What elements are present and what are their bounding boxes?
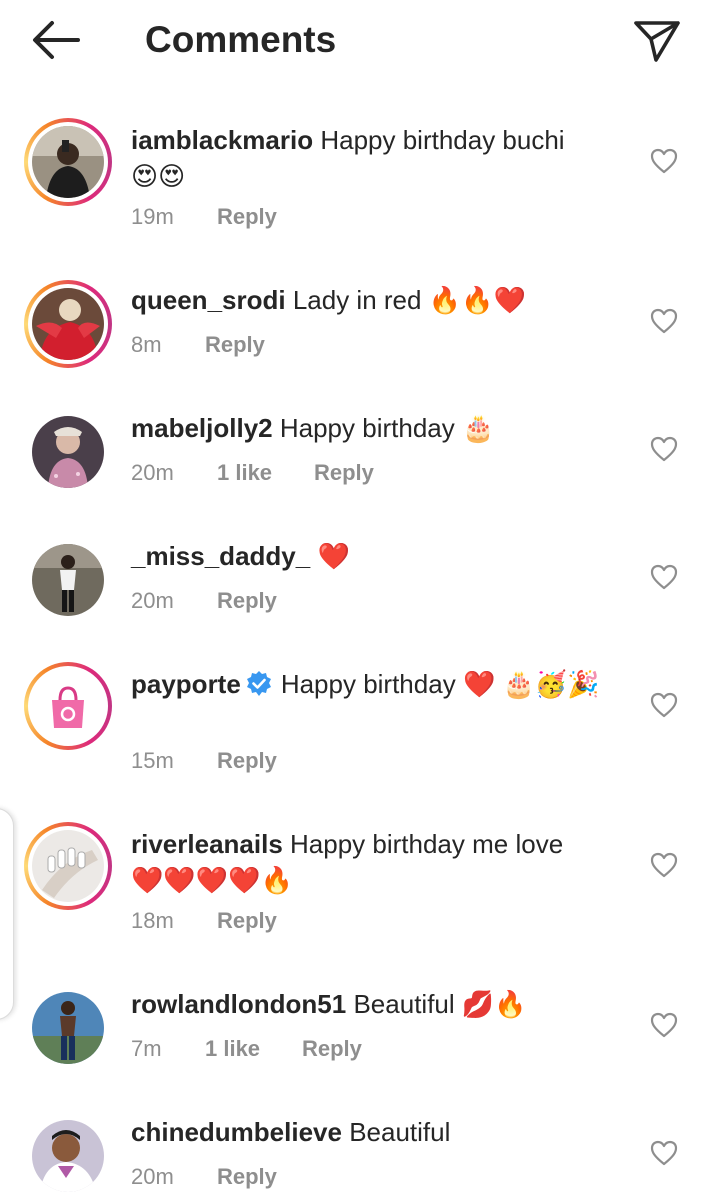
reply-button[interactable]: Reply xyxy=(217,1164,277,1189)
like-heart-icon[interactable] xyxy=(650,148,678,174)
comment-emojis: ❤️❤️❤️❤️🔥 xyxy=(131,865,293,895)
like-count[interactable]: 1 like xyxy=(217,458,314,488)
avatar[interactable] xyxy=(24,280,112,368)
reply-button[interactable]: Reply xyxy=(205,332,265,357)
top-bar: Comments xyxy=(0,0,720,84)
comment-time: 15m xyxy=(131,748,174,773)
send-icon[interactable] xyxy=(632,18,682,64)
like-heart-icon[interactable] xyxy=(650,308,678,334)
like-heart-icon[interactable] xyxy=(650,1140,678,1166)
reply-button[interactable]: Reply xyxy=(217,908,277,933)
avatar[interactable] xyxy=(24,118,112,206)
like-count[interactable]: 1 like xyxy=(205,1034,302,1064)
comment-text: Happy birthday xyxy=(279,413,455,443)
comment-emojis: 🔥🔥❤️ xyxy=(428,285,526,315)
comment-time: 20m xyxy=(131,1164,174,1189)
reply-button[interactable]: Reply xyxy=(217,204,277,229)
comment-username[interactable]: rowlandlondon51 xyxy=(131,989,346,1019)
like-heart-icon[interactable] xyxy=(650,1012,678,1038)
page-title: Comments xyxy=(145,19,337,60)
avatar[interactable] xyxy=(24,536,112,624)
comment-emojis: 💋🔥 xyxy=(461,989,527,1019)
reply-button[interactable]: Reply xyxy=(217,748,277,773)
comment-username[interactable]: _miss_daddy_ xyxy=(131,541,310,571)
comment-emojis: 🎂 xyxy=(461,413,495,443)
avatar[interactable] xyxy=(24,984,112,1072)
comment-emojis: ❤️ 🎂🥳🎉 xyxy=(462,669,600,699)
comment-emojis: ❤️ xyxy=(317,541,350,571)
comment-username[interactable]: chinedumbelieve xyxy=(131,1117,342,1147)
avatar[interactable] xyxy=(24,1112,112,1200)
avatar[interactable] xyxy=(24,822,112,910)
comment-time: 18m xyxy=(131,908,174,933)
comment-text: Beautiful xyxy=(353,989,455,1019)
comment-text: Happy birthday me love xyxy=(290,829,564,859)
comment-text: Lady in red xyxy=(292,285,422,315)
like-heart-icon[interactable] xyxy=(650,436,678,462)
comment-text: Happy birthday xyxy=(280,669,456,699)
avatar[interactable] xyxy=(24,662,112,750)
comment-time: 20m xyxy=(131,460,174,485)
back-arrow-icon[interactable] xyxy=(30,18,82,62)
comment-emojis: 😍😍 xyxy=(131,161,186,191)
comment-time: 19m xyxy=(131,204,174,229)
reply-button[interactable]: Reply xyxy=(217,588,277,613)
comment-username[interactable]: queen_srodi xyxy=(131,285,286,315)
like-heart-icon[interactable] xyxy=(650,692,678,718)
like-heart-icon[interactable] xyxy=(650,564,678,590)
avatar[interactable] xyxy=(24,408,112,496)
comment-username[interactable]: iamblackmario xyxy=(131,125,313,155)
edge-panel-handle[interactable] xyxy=(0,808,14,1020)
comment-time: 7m xyxy=(131,1036,162,1061)
comment-text: Happy birthday buchi xyxy=(320,125,565,155)
reply-button[interactable]: Reply xyxy=(314,460,374,485)
comment-username[interactable]: mabeljolly2 xyxy=(131,413,273,443)
comment-text: Beautiful xyxy=(349,1117,451,1147)
verified-badge-icon xyxy=(246,671,271,696)
like-heart-icon[interactable] xyxy=(650,852,678,878)
comment-username[interactable]: riverleanails xyxy=(131,829,283,859)
comment-time: 8m xyxy=(131,332,162,357)
comment-username[interactable]: payporte xyxy=(131,669,241,699)
comment-time: 20m xyxy=(131,588,174,613)
reply-button[interactable]: Reply xyxy=(302,1036,362,1061)
